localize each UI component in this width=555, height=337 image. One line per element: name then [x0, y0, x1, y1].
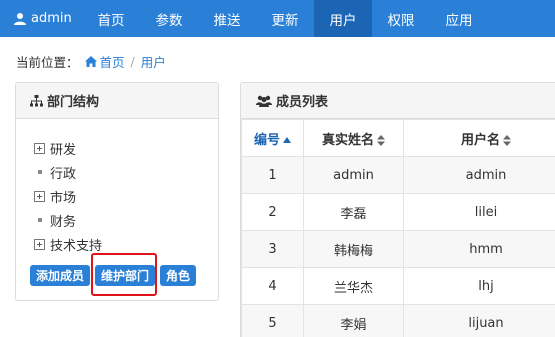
tree-item-label: 研发 — [50, 142, 77, 158]
role-button[interactable]: 角色 — [160, 265, 196, 286]
column-label: 用户名 — [460, 132, 500, 148]
member-panel-title: 成员列表 — [276, 95, 329, 110]
member-table: 编号 真实姓名 用户名 1 admin admin 2 李磊 lilei 3 韩… — [241, 119, 555, 337]
cell-username: lijuan — [403, 304, 555, 337]
home-icon — [84, 56, 97, 67]
highlight-annotation — [91, 253, 157, 296]
breadcrumb-prefix: 当前位置： — [16, 55, 79, 70]
cell-username: admin — [403, 156, 555, 194]
cell-username: lhj — [403, 267, 555, 305]
tree-item-marketing[interactable]: 市场 — [34, 184, 218, 208]
breadcrumb: 当前位置： 首页 / 用户 — [16, 52, 166, 71]
top-navbar: admin 首页 参数 推送 更新 用户 权限 应用 — [0, 0, 555, 37]
cell-id: 1 — [241, 156, 304, 194]
leaf-bullet-icon — [34, 215, 45, 226]
table-row[interactable]: 2 李磊 lilei — [241, 193, 555, 231]
member-list-panel: 成员列表 编号 真实姓名 用户名 1 admin admin 2 李磊 lile… — [240, 82, 555, 337]
nav-item-permissions[interactable]: 权限 — [372, 0, 430, 37]
cell-id: 5 — [241, 304, 304, 337]
table-header-row: 编号 真实姓名 用户名 — [241, 119, 555, 157]
column-header-username[interactable]: 用户名 — [403, 119, 555, 157]
dept-panel-title: 部门结构 — [47, 95, 100, 110]
column-header-real-name[interactable]: 真实姓名 — [303, 119, 404, 157]
table-row[interactable]: 5 李娟 lijuan — [241, 304, 555, 337]
cell-real-name: 韩梅梅 — [303, 230, 404, 268]
expand-icon[interactable] — [34, 142, 45, 154]
member-panel-header: 成员列表 — [241, 83, 555, 119]
cell-id: 4 — [241, 267, 304, 305]
table-row[interactable]: 3 韩梅梅 hmm — [241, 230, 555, 268]
tree-item-label: 技术支持 — [50, 238, 103, 254]
nav-item-users[interactable]: 用户 — [314, 0, 372, 37]
expand-icon[interactable] — [34, 190, 45, 202]
cell-username: hmm — [403, 230, 555, 268]
tree-item-label: 行政 — [50, 166, 77, 182]
nav-item-apps[interactable]: 应用 — [430, 0, 488, 37]
cell-real-name: 兰华杰 — [303, 267, 404, 305]
sort-icon — [503, 134, 511, 146]
nav-item-update[interactable]: 更新 — [256, 0, 314, 37]
cell-id: 3 — [241, 230, 304, 268]
tree-item-admin[interactable]: 行政 — [34, 160, 218, 184]
add-member-button[interactable]: 添加成员 — [30, 265, 90, 286]
sort-asc-icon — [283, 137, 291, 143]
user-icon — [14, 12, 26, 25]
tree-item-finance[interactable]: 财务 — [34, 208, 218, 232]
table-row[interactable]: 4 兰华杰 lhj — [241, 267, 555, 305]
cell-id: 2 — [241, 193, 304, 231]
nav-item-home[interactable]: 首页 — [82, 0, 140, 37]
tree-item-label: 财务 — [50, 214, 77, 230]
column-label: 真实姓名 — [321, 132, 374, 148]
cell-real-name: 李磊 — [303, 193, 404, 231]
breadcrumb-home-link[interactable]: 首页 — [100, 52, 125, 71]
table-row[interactable]: 1 admin admin — [241, 156, 555, 194]
cell-real-name: 李娟 — [303, 304, 404, 337]
expand-icon[interactable] — [34, 238, 45, 250]
brand-username: admin — [31, 11, 72, 26]
breadcrumb-current[interactable]: 用户 — [141, 52, 166, 71]
user-menu[interactable]: admin — [0, 0, 82, 37]
tree-item-rd[interactable]: 研发 — [34, 136, 218, 160]
dept-tree: 研发 行政 市场 财务 技术支持 — [16, 119, 218, 256]
nav-item-params[interactable]: 参数 — [140, 0, 198, 37]
cell-username: lilei — [403, 193, 555, 231]
column-header-id[interactable]: 编号 — [241, 119, 304, 157]
dept-panel-header: 部门结构 — [16, 83, 218, 119]
leaf-bullet-icon — [34, 167, 45, 178]
users-icon — [256, 95, 272, 107]
sitemap-icon — [30, 94, 43, 106]
sort-icon — [377, 134, 385, 146]
tree-item-label: 市场 — [50, 190, 77, 206]
cell-real-name: admin — [303, 156, 404, 194]
column-label: 编号 — [253, 132, 280, 148]
breadcrumb-separator: / — [130, 54, 135, 69]
nav-item-push[interactable]: 推送 — [198, 0, 256, 37]
